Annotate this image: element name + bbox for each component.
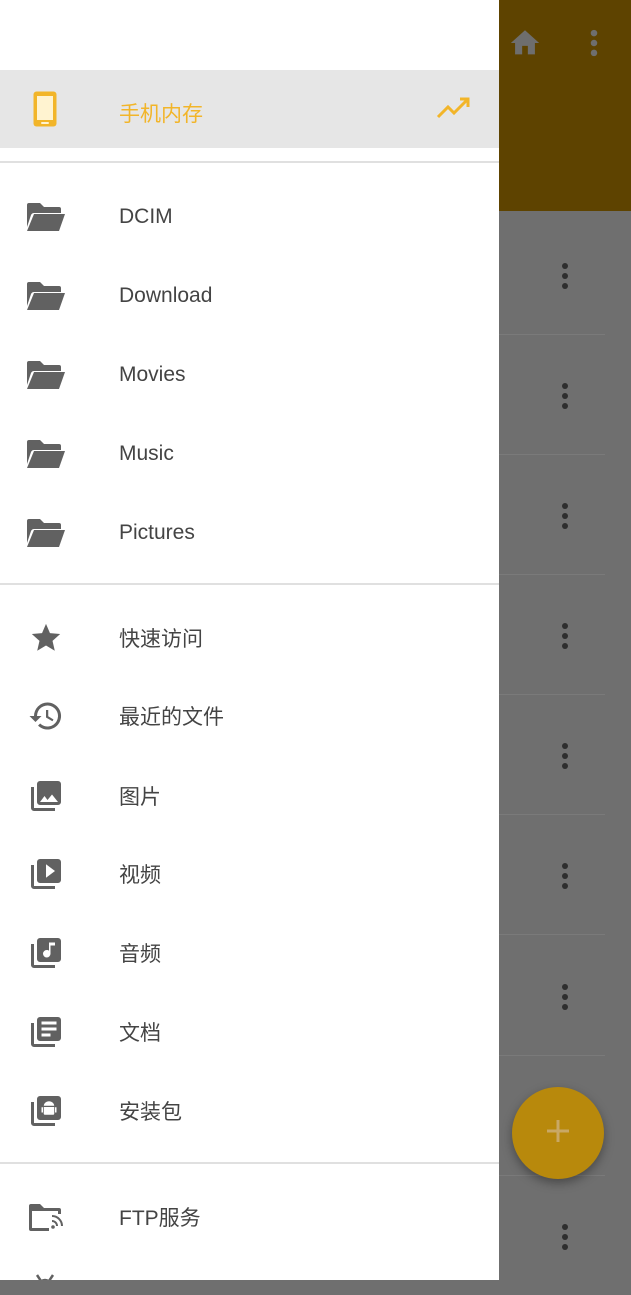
drawer-item-audio[interactable]: 音频 [0, 913, 499, 992]
drawer-item-apk[interactable]: 安装包 [0, 1071, 499, 1150]
drawer-item-videos[interactable]: 视频 [0, 834, 499, 913]
background-list-row[interactable] [499, 1175, 605, 1295]
ftp-folder-icon [24, 1195, 68, 1239]
drawer-item-folder-dcim[interactable]: DCIM [0, 177, 499, 256]
folder-open-icon [24, 432, 68, 476]
more-vert-icon[interactable] [561, 742, 569, 775]
background-list-row[interactable] [499, 454, 605, 575]
drawer-item-phone-storage[interactable]: 手机内存 [0, 70, 499, 148]
drawer-item-label: FTP服务 [119, 1206, 201, 1230]
image-library-icon [24, 774, 68, 818]
background-list-row[interactable] [499, 935, 605, 1056]
document-library-icon [24, 1010, 68, 1054]
drawer-item-label: DCIM [119, 204, 173, 228]
background-list-row[interactable] [499, 334, 605, 455]
drawer-item-label: 手机内存 [119, 103, 203, 126]
navigation-drawer: 手机内存 DCIM Download Movies Music Pictures… [0, 0, 499, 1280]
background-list-row[interactable] [499, 694, 605, 815]
partial-drawer-item-icon [34, 1270, 56, 1280]
add-icon [544, 1117, 572, 1150]
trending-icon[interactable] [436, 95, 470, 126]
history-icon [24, 694, 68, 738]
folder-open-icon [24, 274, 68, 318]
drawer-item-ftp-service[interactable]: FTP服务 [0, 1177, 499, 1256]
divider [0, 1162, 499, 1164]
folder-open-icon [24, 195, 68, 239]
drawer-item-folder-music[interactable]: Music [0, 414, 499, 493]
drawer-item-quick-access[interactable]: 快速访问 [0, 598, 499, 677]
background-list-row[interactable] [499, 814, 605, 935]
divider [0, 161, 499, 163]
drawer-item-label: 安装包 [119, 1100, 182, 1124]
folder-open-icon [24, 511, 68, 555]
drawer-item-documents[interactable]: 文档 [0, 992, 499, 1071]
drawer-item-recent-files[interactable]: 最近的文件 [0, 676, 499, 755]
more-vert-icon[interactable] [561, 983, 569, 1016]
drawer-item-label: 文档 [119, 1021, 161, 1045]
drawer-item-label: 视频 [119, 863, 161, 887]
drawer-item-label: 图片 [119, 785, 161, 809]
divider [0, 583, 499, 585]
more-vert-icon[interactable] [561, 622, 569, 655]
drawer-item-folder-download[interactable]: Download [0, 256, 499, 335]
home-icon[interactable] [508, 26, 542, 65]
more-vert-icon[interactable] [582, 26, 606, 65]
drawer-item-label: 最近的文件 [119, 705, 224, 729]
apk-library-icon [24, 1089, 68, 1133]
folder-open-icon [24, 353, 68, 397]
more-vert-icon[interactable] [561, 382, 569, 415]
more-vert-icon[interactable] [561, 502, 569, 535]
audio-library-icon [24, 931, 68, 975]
drawer-item-label: Pictures [119, 520, 195, 544]
background-list-row[interactable] [499, 214, 605, 335]
background-list-row[interactable] [499, 574, 605, 695]
drawer-item-folder-pictures[interactable]: Pictures [0, 493, 499, 572]
more-vert-icon[interactable] [561, 862, 569, 895]
phone-icon [32, 90, 58, 133]
more-vert-icon[interactable] [561, 1223, 569, 1256]
more-vert-icon[interactable] [561, 262, 569, 295]
drawer-item-label: 快速访问 [119, 627, 203, 651]
video-library-icon [24, 852, 68, 896]
drawer-item-label: 音频 [119, 942, 161, 966]
drawer-item-folder-movies[interactable]: Movies [0, 335, 499, 414]
drawer-item-label: Music [119, 441, 174, 465]
star-icon [24, 616, 68, 660]
add-fab-button[interactable] [512, 1087, 604, 1179]
drawer-item-label: Download [119, 283, 213, 307]
drawer-item-label: Movies [119, 362, 186, 386]
drawer-item-images[interactable]: 图片 [0, 756, 499, 835]
